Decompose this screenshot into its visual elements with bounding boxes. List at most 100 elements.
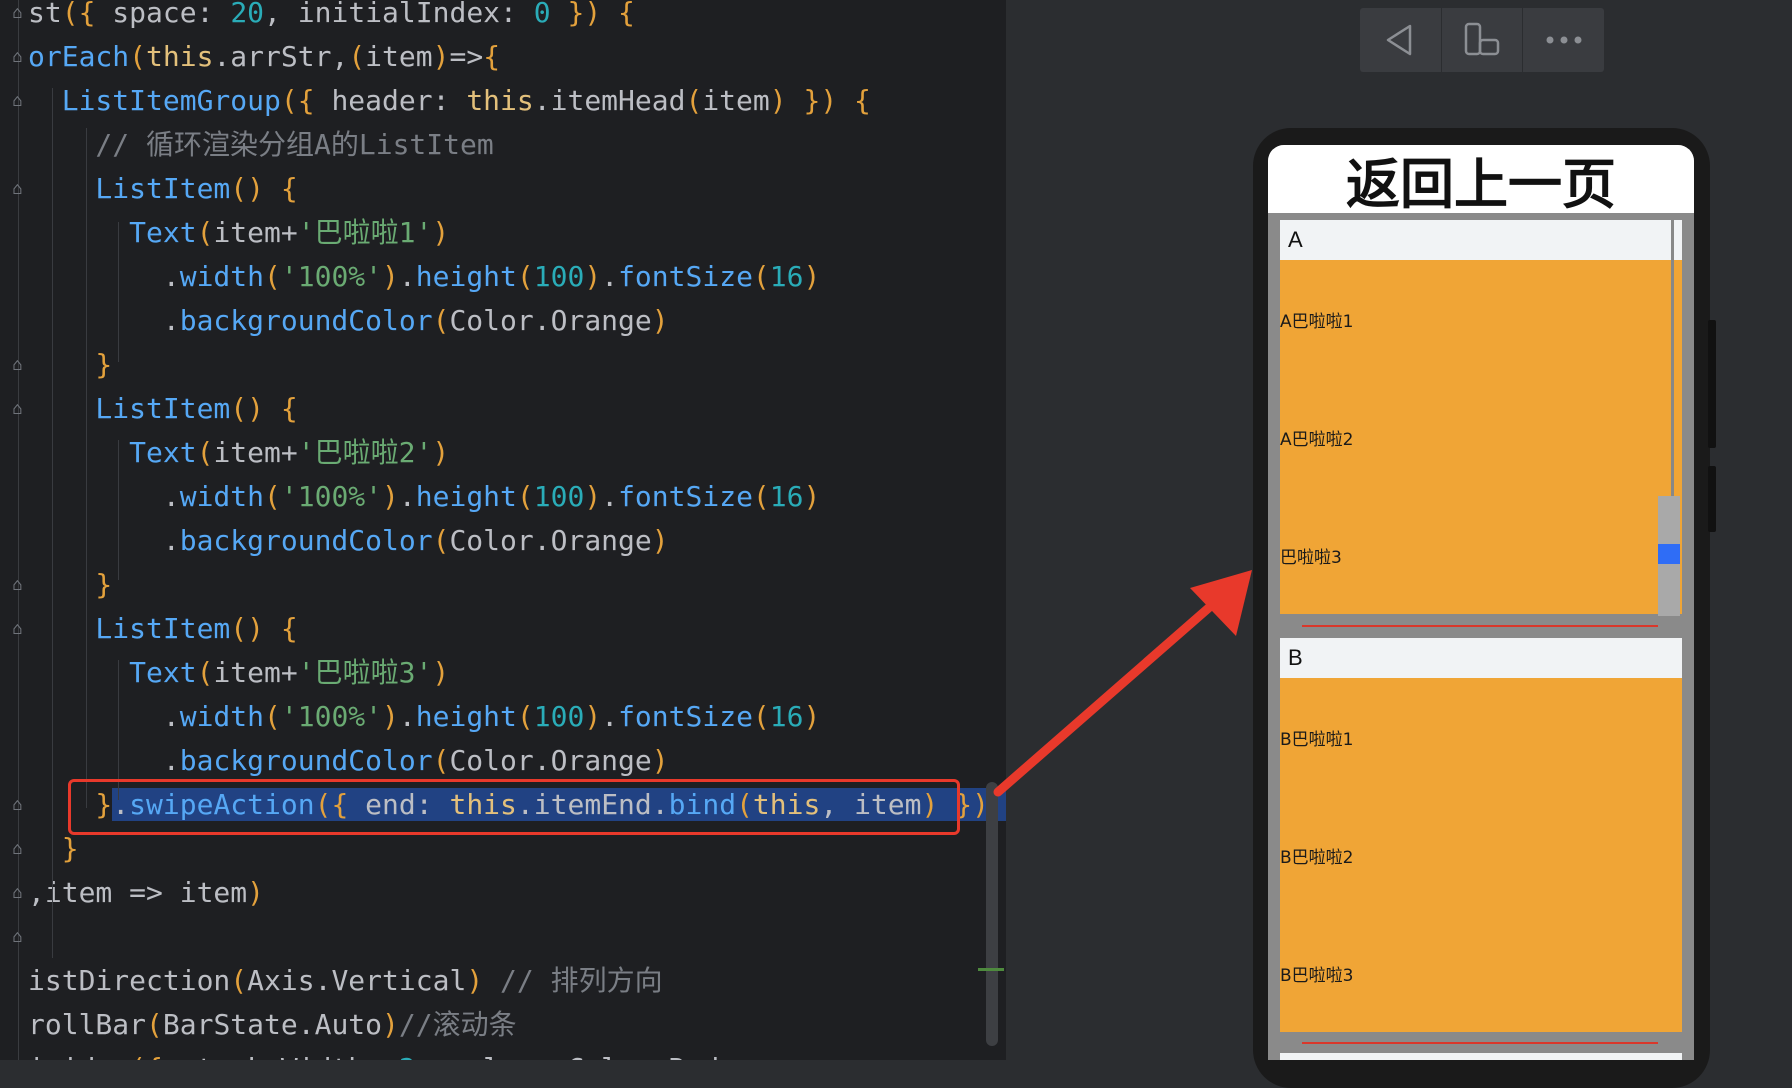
code-token: 16	[769, 700, 804, 733]
fold-marker-icon[interactable]: ⌂	[9, 357, 26, 374]
list-item[interactable]: B巴啦啦1	[1280, 725, 1353, 750]
code-token: 16	[769, 260, 804, 293]
fold-marker-icon[interactable]: ⌂	[9, 885, 26, 902]
code-line[interactable]: .backgroundColor(Color.Orange)	[28, 739, 669, 783]
code-line[interactable]: orEach(this.arrStr,(item)=>{	[28, 35, 500, 79]
code-token: 100	[533, 700, 585, 733]
code-token: height	[415, 480, 517, 513]
code-token: )	[432, 40, 450, 73]
code-token: (	[196, 436, 214, 469]
code-line[interactable]: rollBar(BarState.Auto)//滚动条	[28, 1003, 517, 1047]
list-item[interactable]: A巴啦啦1	[1280, 307, 1353, 332]
code-token: istDirection	[28, 964, 231, 997]
fold-marker-icon[interactable]: ⌂	[9, 181, 26, 198]
more-options-button[interactable]	[1523, 8, 1604, 72]
fold-marker-icon[interactable]: ⌂	[9, 93, 26, 110]
code-token: )	[584, 260, 602, 293]
code-token: '100%'	[280, 480, 383, 513]
code-line[interactable]: .backgroundColor(Color.Orange)	[28, 299, 669, 343]
code-token: ({	[280, 84, 332, 117]
code-line[interactable]: istDirection(Axis.Vertical) // 排列方向	[28, 959, 663, 1003]
code-token: )	[651, 744, 669, 777]
code-line[interactable]: .width('100%').height(100).fontSize(16)	[28, 255, 821, 299]
code-line[interactable]: Text(item+'巴啦啦2')	[28, 431, 449, 475]
code-token: )	[651, 524, 669, 557]
code-token: Color.Orange	[449, 524, 652, 557]
code-token: width	[179, 700, 265, 733]
code-line[interactable]: .width('100%').height(100).fontSize(16)	[28, 475, 821, 519]
code-token: 100	[533, 480, 585, 513]
code-token: Axis.Vertical	[247, 964, 467, 997]
fold-marker-icon[interactable]: ⌂	[9, 841, 26, 858]
code-token: )	[382, 1008, 399, 1041]
code-token: (	[516, 480, 534, 513]
code-token: fontSize	[618, 260, 753, 293]
code-token: backgroundColor	[179, 744, 433, 777]
code-token: ({	[61, 0, 113, 29]
code-line[interactable]: }	[28, 563, 112, 607]
list-group-header: A	[1280, 220, 1682, 260]
code-line[interactable]: .backgroundColor(Color.Orange)	[28, 519, 669, 563]
code-token: ivider	[28, 1052, 129, 1060]
code-token: ListItemGroup	[28, 84, 281, 117]
list-item[interactable]: B巴啦啦2	[1280, 843, 1353, 868]
list-scrollbar[interactable]	[1671, 220, 1674, 496]
code-token: height	[415, 700, 517, 733]
code-token: header:	[331, 84, 467, 117]
code-token: (	[752, 480, 770, 513]
code-line[interactable]: ListItem() {	[28, 607, 297, 651]
code-token: 0	[533, 0, 551, 29]
code-line[interactable]: ListItem() {	[28, 167, 297, 211]
code-token: (	[752, 260, 770, 293]
code-token: (	[196, 216, 214, 249]
code-token: )	[651, 304, 669, 337]
fold-marker-icon[interactable]: ⌂	[9, 49, 26, 66]
code-token: (	[264, 480, 281, 513]
code-token: .	[28, 260, 180, 293]
fold-marker-icon[interactable]: ⌂	[9, 621, 26, 638]
code-token: .	[28, 480, 180, 513]
code-token: )	[382, 260, 399, 293]
code-line[interactable]: Text(item+'巴啦啦3')	[28, 651, 449, 695]
code-token: 20	[230, 0, 265, 29]
list-item[interactable]: A巴啦啦2	[1280, 425, 1353, 450]
list-item[interactable]: 巴啦啦3	[1280, 543, 1342, 568]
code-line[interactable]: ,item => item)	[28, 871, 264, 915]
code-token: .	[601, 700, 619, 733]
editor-scrollbar[interactable]	[986, 782, 998, 1046]
back-button[interactable]	[1360, 8, 1442, 72]
code-line[interactable]: .width('100%').height(100).fontSize(16)	[28, 695, 821, 739]
code-line[interactable]: ListItemGroup({ header: this.itemHead(it…	[28, 79, 871, 123]
indent-guide	[52, 88, 53, 958]
code-line[interactable]: st({ space: 20, initialIndex: 0 }) {	[28, 0, 635, 35]
code-token: '巴啦啦1'	[297, 216, 433, 249]
code-token: , initialIndex:	[264, 0, 534, 29]
change-marker	[978, 968, 1004, 971]
fold-marker-icon[interactable]: ⌂	[9, 797, 26, 814]
code-token: .	[28, 700, 180, 733]
swipe-action-button[interactable]	[1658, 544, 1680, 564]
code-line[interactable]: }	[28, 343, 112, 387]
code-token: st	[28, 0, 62, 29]
code-token: '100%'	[280, 260, 383, 293]
code-token: )	[382, 700, 399, 733]
code-line[interactable]: Text(item+'巴啦啦1')	[28, 211, 449, 255]
rotate-device-button[interactable]	[1442, 8, 1524, 72]
fold-marker-icon[interactable]: ⌂	[9, 577, 26, 594]
fold-marker-icon[interactable]: ⌂	[9, 401, 26, 418]
code-line[interactable]: ListItem() {	[28, 387, 297, 431]
list-item[interactable]: B巴啦啦3	[1280, 961, 1353, 986]
code-line[interactable]: // 循环渲染分组A的ListItem	[28, 123, 493, 167]
back-title[interactable]: 返回上一页	[1268, 145, 1694, 216]
fold-marker-icon[interactable]: ⌂	[9, 929, 26, 946]
code-token: strokeWidth:	[180, 1052, 399, 1060]
code-token: '100%'	[280, 700, 383, 733]
fold-marker-icon[interactable]: ⌂	[9, 5, 26, 22]
code-token: }	[28, 348, 113, 381]
code-line[interactable]: ivider({ strokeWidth: 2, color: Color.Re…	[28, 1047, 719, 1060]
code-token: .	[398, 480, 416, 513]
code-token: ({	[129, 1052, 180, 1060]
code-editor[interactable]: st({ space: 20, initialIndex: 0 }) {orEa…	[0, 0, 1006, 1060]
device-screen[interactable]: 返回上一页 A A巴啦啦1 A巴啦啦2 巴啦啦3 B B巴啦啦1 B巴啦啦2 B…	[1268, 145, 1694, 1060]
code-token: (	[348, 40, 366, 73]
